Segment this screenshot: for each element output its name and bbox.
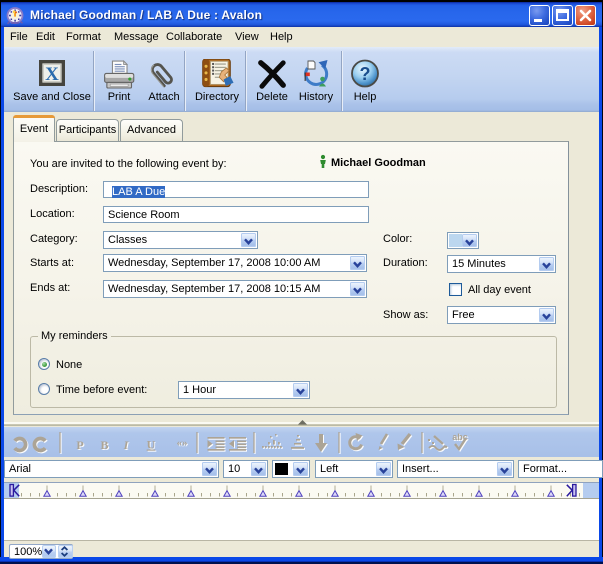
svg-text:?: ? — [360, 64, 371, 84]
svg-text:«»: «» — [177, 437, 188, 449]
svg-text:B: B — [100, 438, 108, 452]
svg-text:I: I — [123, 438, 130, 452]
svg-text:P: P — [76, 438, 83, 452]
svg-text:X: X — [45, 64, 59, 85]
svg-text:U: U — [147, 438, 156, 452]
